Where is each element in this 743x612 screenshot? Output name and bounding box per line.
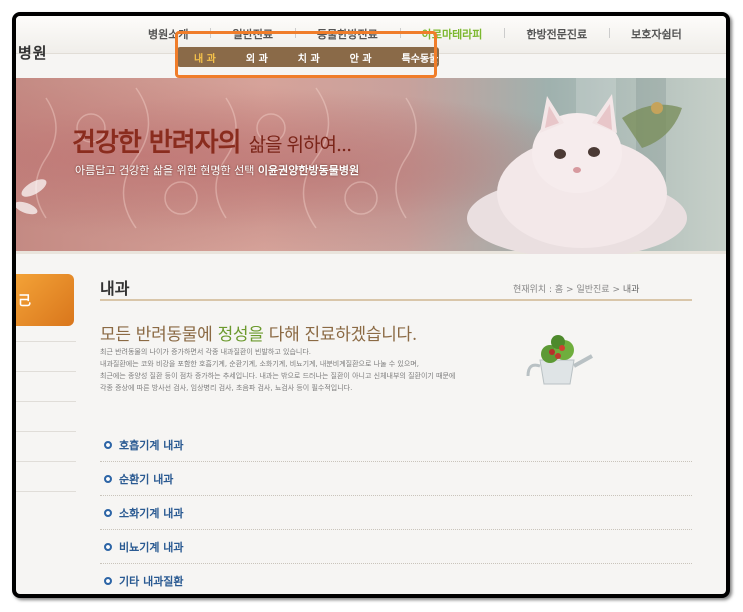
intro-line: 각종 증상에 따른 방사선 검사, 임상병리 검사, 초음파 검사, 뇨검사 등… <box>100 384 353 392</box>
menu-item-herbal-specialty[interactable]: 한방전문진료 <box>504 26 609 42</box>
list-item-other[interactable]: 기타 내과질환 <box>100 564 692 594</box>
list-item-respiratory[interactable]: 호흡기계 내과 <box>100 428 692 462</box>
banner-title-main: 건강한 반려자의 <box>72 128 241 158</box>
list-item-label[interactable]: 비뇨기계 내과 <box>119 539 184 555</box>
list-item-digestive[interactable]: 소화기계 내과 <box>100 496 692 530</box>
banner-subtitle-hospital: 이윤권양한방동물병원 <box>257 164 360 177</box>
sidebar-divider <box>16 491 76 492</box>
bullet-icon <box>104 542 112 551</box>
sidebar-divider <box>16 341 76 342</box>
breadcrumb-current: 내과 <box>622 285 640 295</box>
lead-highlight: 정성을 <box>217 325 264 345</box>
page: 병원소개 일반진료 동물한방진료 아로마테라피 한방전문진료 보호자쉼터 병원 … <box>16 16 726 594</box>
list-item-label[interactable]: 기타 내과질환 <box>119 573 184 589</box>
hero-banner: 건강한 반려자의 삶을 위하여... 아름답고 건강한 삶을 위한 현명한 선택… <box>16 78 726 254</box>
breadcrumb-home[interactable]: 홈 <box>555 285 563 295</box>
bullet-icon <box>104 577 112 585</box>
sidebar-divider <box>16 401 76 402</box>
lead-statement: 모든 반려동물에 정성을 다해 진료하겠습니다. <box>100 320 417 345</box>
sidebar-tab[interactable]: 己 <box>16 274 74 326</box>
cat-image <box>467 94 687 254</box>
sidebar-divider <box>16 371 76 372</box>
bullet-icon <box>104 440 112 449</box>
lead-suffix: 다해 진료하겠습니다. <box>268 325 418 345</box>
breadcrumb-prefix: 현재위치 : <box>513 285 553 295</box>
intro-line: 최근에는 종양성 질환 등이 점차 증가하는 추세입니다. 내과는 밖으로 드러… <box>100 372 456 380</box>
sidebar-menu-lines <box>16 341 76 521</box>
list-item-label[interactable]: 순환기 내과 <box>119 471 173 487</box>
banner-title: 건강한 반려자의 삶을 위하여... <box>72 122 353 159</box>
page-title: 내과 <box>100 279 130 298</box>
banner-subtitle: 아름답고 건강한 삶을 위한 현명한 선택 이윤권양한방동물병원 <box>75 162 359 178</box>
intro-paragraph: 최근 반려동물의 나이가 증가하면서 각종 내과질환이 빈발하고 있습니다. 내… <box>100 346 530 394</box>
disease-category-list: 호흡기계 내과 순환기 내과 소화기계 내과 비뇨기계 내과 기타 내과질환 <box>100 428 692 594</box>
logo-text: 병원 <box>18 44 48 62</box>
title-divider <box>100 299 692 301</box>
sidebar-divider <box>16 431 76 432</box>
breadcrumb-separator: > <box>612 285 621 295</box>
watering-can-flowers-image <box>526 335 593 385</box>
sidebar-divider <box>16 461 76 462</box>
bullet-icon <box>104 508 112 517</box>
highlight-box <box>175 31 437 78</box>
breadcrumb-section[interactable]: 일반진료 <box>576 285 609 295</box>
screenshot-frame: 병원소개 일반진료 동물한방진료 아로마테라피 한방전문진료 보호자쉼터 병원 … <box>12 12 730 598</box>
intro-line: 내과질환에는 코와 비강을 포함한 호흡기계, 순환기계, 소화기계, 비뇨기계… <box>100 360 419 368</box>
breadcrumb: 현재위치 : 홈 > 일반진료 > 내과 <box>513 282 639 295</box>
banner-title-small: 삶을 위하여... <box>248 134 353 156</box>
lead-prefix: 모든 반려동물에 <box>100 325 213 345</box>
breadcrumb-separator: > <box>566 285 574 295</box>
sidebar-tab-label: 己 <box>18 294 32 309</box>
list-item-label[interactable]: 소화기계 내과 <box>119 505 184 521</box>
list-item-label[interactable]: 호흡기계 내과 <box>119 437 184 453</box>
banner-subtitle-prefix: 아름답고 건강한 삶을 위한 현명한 선택 <box>75 164 255 177</box>
intro-line: 최근 반려동물의 나이가 증가하면서 각종 내과질환이 빈발하고 있습니다. <box>100 348 311 356</box>
list-item-circulatory[interactable]: 순환기 내과 <box>100 462 692 496</box>
list-item-urinary[interactable]: 비뇨기계 내과 <box>100 530 692 564</box>
menu-item-guardian-lounge[interactable]: 보호자쉼터 <box>609 26 704 42</box>
bullet-icon <box>104 474 112 483</box>
site-logo[interactable]: 병원 <box>18 42 48 63</box>
